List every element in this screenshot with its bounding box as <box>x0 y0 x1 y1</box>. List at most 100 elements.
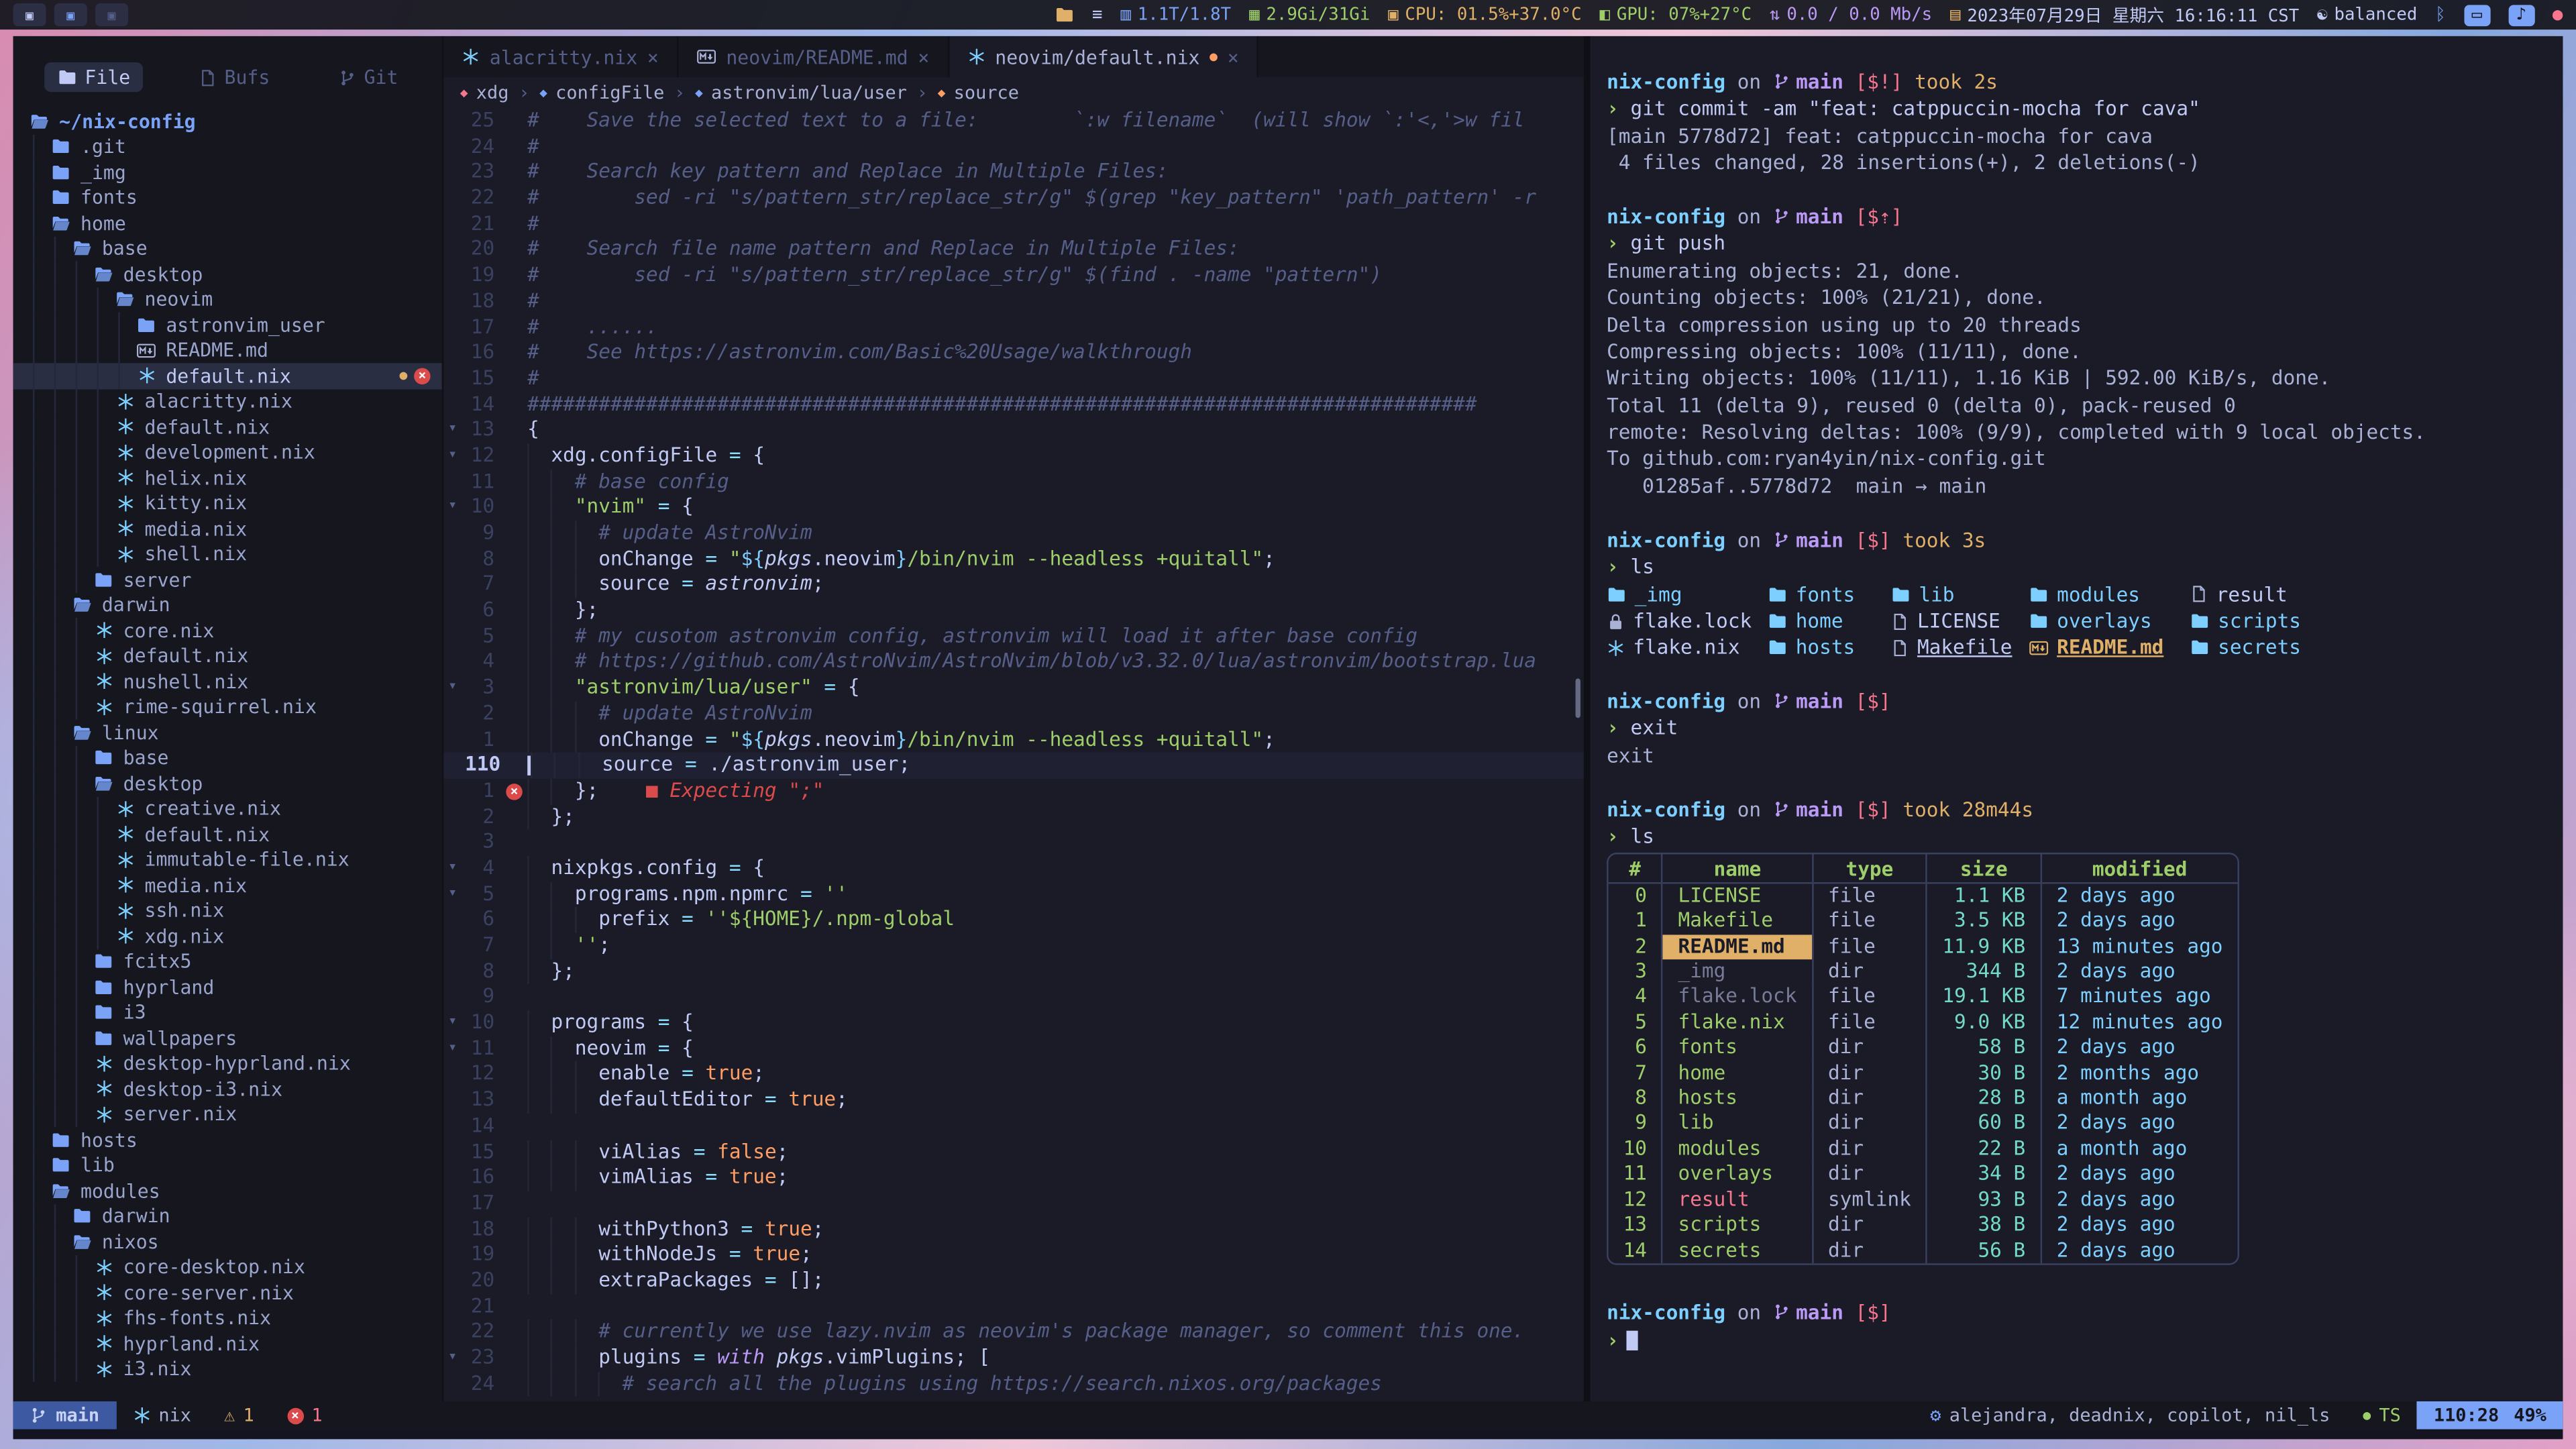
fold-chevron-icon[interactable]: ▾ <box>443 1346 462 1371</box>
tree-item[interactable]: xdg.nix <box>13 923 442 949</box>
display-tray[interactable]: ▭ <box>2464 4 2490 25</box>
code-line[interactable]: 7''; <box>443 933 1584 959</box>
workspace-button-1[interactable]: ▣ <box>13 3 46 26</box>
tree-item[interactable]: media.nix <box>13 516 442 541</box>
code-line[interactable]: 8onChange = "${pkgs.neovim}/bin/nvim --h… <box>443 547 1584 572</box>
fold-chevron-icon[interactable]: ▾ <box>443 881 462 907</box>
tree-item[interactable]: wallpapers <box>13 1025 442 1051</box>
tree-item[interactable]: alacritty.nix <box>13 388 442 414</box>
ls-entry[interactable]: flake.lock <box>1607 608 1768 635</box>
tree-item[interactable]: desktop-hyprland.nix <box>13 1051 442 1076</box>
code-area[interactable]: 25# Save the selected text to a file: `:… <box>443 109 1584 1401</box>
code-line[interactable]: ▾5programs.npm.npmrc = '' <box>443 881 1584 907</box>
window-separator[interactable] <box>1584 36 1591 1401</box>
code-line[interactable]: 7source = astronvim; <box>443 572 1584 598</box>
code-line[interactable]: 1×}; ■ Expecting ";" <box>443 779 1584 804</box>
breadcrumb-item[interactable]: ◆source <box>938 82 1019 103</box>
tree-item[interactable]: ssh.nix <box>13 898 442 923</box>
buffer-tab[interactable]: neovim/README.md× <box>678 36 949 77</box>
code-line[interactable]: 23# Search key pattern and Replace in Mu… <box>443 160 1584 185</box>
ls-entry[interactable]: LICENSE <box>1891 608 2029 635</box>
explorer-tab-git[interactable]: Git <box>325 62 411 92</box>
ls-entry[interactable]: modules <box>2029 581 2190 608</box>
tree-item[interactable]: ~/nix-config <box>13 109 442 134</box>
explorer-tab-file[interactable]: File <box>44 62 144 92</box>
code-line[interactable]: 20# Search file name pattern and Replace… <box>443 237 1584 263</box>
ls-entry[interactable]: secrets <box>2190 635 2351 661</box>
code-line[interactable]: 16# See https://astronvim.com/Basic%20Us… <box>443 340 1584 366</box>
fold-chevron-icon[interactable]: ▾ <box>443 1010 462 1036</box>
code-line[interactable]: 2# update AstroNvim <box>443 701 1584 727</box>
code-line[interactable]: 2}; <box>443 804 1584 830</box>
menu-tray[interactable]: ≡ <box>1092 5 1102 24</box>
tree-item[interactable]: fcitx5 <box>13 949 442 974</box>
bluetooth[interactable]: ᛒ <box>2435 5 2445 24</box>
tree-item[interactable]: hyprland.nix <box>13 1331 442 1356</box>
files-tray[interactable] <box>1055 5 1074 24</box>
tree-item[interactable]: desktop <box>13 261 442 286</box>
code-line[interactable]: 25# Save the selected text to a file: `:… <box>443 109 1584 134</box>
ls-entry[interactable]: overlays <box>2029 608 2190 635</box>
ls-entry[interactable]: flake.nix <box>1607 635 1768 661</box>
code-line[interactable]: 15# <box>443 366 1584 392</box>
tree-item[interactable]: immutable-file.nix <box>13 847 442 872</box>
code-line[interactable]: 12enable = true; <box>443 1062 1584 1087</box>
tree-item[interactable]: media.nix <box>13 872 442 898</box>
tree-item[interactable]: rime-squirrel.nix <box>13 694 442 720</box>
code-line[interactable]: 17 <box>443 1191 1584 1216</box>
code-line[interactable]: 8}; <box>443 959 1584 984</box>
fold-chevron-icon[interactable]: ▾ <box>443 418 462 443</box>
tree-item[interactable]: core-server.nix <box>13 1280 442 1305</box>
code-line[interactable]: 19withNodeJs = true; <box>443 1242 1584 1268</box>
code-line[interactable]: 9 <box>443 985 1584 1010</box>
tree-item[interactable]: core-desktop.nix <box>13 1254 442 1280</box>
tree-item[interactable]: home <box>13 210 442 235</box>
editor-scrollbar[interactable] <box>1576 678 1580 717</box>
tree-item[interactable]: creative.nix <box>13 796 442 822</box>
code-line[interactable]: ▾11neovim = { <box>443 1036 1584 1062</box>
tree-item[interactable]: darwin <box>13 592 442 618</box>
tree-item[interactable]: fhs-fonts.nix <box>13 1305 442 1331</box>
code-line[interactable]: 3 <box>443 830 1584 855</box>
tree-item[interactable]: modules <box>13 1178 442 1203</box>
code-line[interactable]: ▾3"astronvim/lua/user" = { <box>443 676 1584 701</box>
code-line[interactable]: 21 <box>443 1294 1584 1320</box>
tree-item[interactable]: hyprland <box>13 974 442 1000</box>
tree-item[interactable]: lib <box>13 1152 442 1178</box>
ls-entry[interactable]: Makefile <box>1891 635 2029 661</box>
tree-item[interactable]: helix.nix <box>13 465 442 490</box>
code-line[interactable]: 13defaultEditor = true; <box>443 1088 1584 1114</box>
tree-item[interactable]: linux <box>13 720 442 745</box>
code-line[interactable]: 17# ...... <box>443 315 1584 340</box>
tree-item[interactable]: hosts <box>13 1127 442 1152</box>
ls-entry[interactable]: hosts <box>1768 635 1891 661</box>
tree-item[interactable]: base <box>13 235 442 261</box>
ls-entry[interactable]: README.md <box>2029 635 2190 661</box>
tree-item[interactable]: default.nix <box>13 414 442 439</box>
code-line[interactable]: 19# sed -ri "s/pattern_str/replace_str/g… <box>443 263 1584 288</box>
workspace-button-3[interactable]: ▣ <box>95 3 128 26</box>
workspace-button-2[interactable]: ▣ <box>54 3 87 26</box>
code-line[interactable]: 24# search all the plugins using https:/… <box>443 1371 1584 1397</box>
code-line[interactable]: 14######################################… <box>443 392 1584 417</box>
code-line[interactable]: ▾12xdg.configFile = { <box>443 443 1584 469</box>
code-line[interactable]: 15viAlias = false; <box>443 1139 1584 1165</box>
code-line[interactable]: 20extraPackages = []; <box>443 1268 1584 1293</box>
tree-item[interactable]: shell.nix <box>13 541 442 567</box>
terminal-pane[interactable]: nix-config on main [$!] took 2s› git com… <box>1591 36 2563 1401</box>
code-line[interactable]: ▾4nixpkgs.config = { <box>443 856 1584 881</box>
tree-item[interactable]: i3 <box>13 1000 442 1025</box>
tree-item[interactable]: server.nix <box>13 1102 442 1127</box>
tree-item[interactable]: kitty.nix <box>13 490 442 516</box>
code-line[interactable]: ▾10programs = { <box>443 1010 1584 1036</box>
buffer-tab[interactable]: neovim/default.nix●× <box>949 36 1258 77</box>
code-line[interactable]: 6}; <box>443 598 1584 624</box>
code-line[interactable]: 16vimAlias = true; <box>443 1165 1584 1191</box>
tree-item[interactable]: server <box>13 567 442 592</box>
tree-item[interactable]: fonts <box>13 185 442 211</box>
tree-item[interactable]: neovim <box>13 286 442 312</box>
code-line[interactable]: 18# <box>443 289 1584 315</box>
tree-item[interactable]: base <box>13 745 442 771</box>
explorer-tab-bufs[interactable]: Bufs <box>185 62 283 92</box>
tree-item[interactable]: default.nix●× <box>13 363 442 388</box>
